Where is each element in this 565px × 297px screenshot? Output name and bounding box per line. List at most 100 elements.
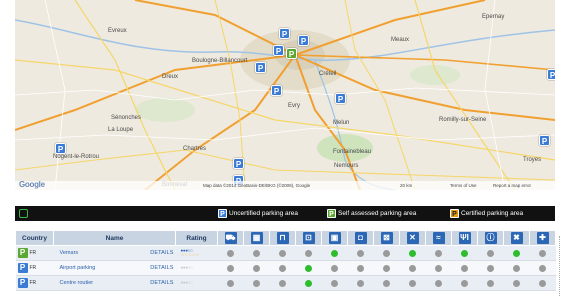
amenity-available-icon: [305, 264, 312, 272]
google-logo: Google: [19, 180, 45, 189]
amenity-cell: [269, 275, 296, 291]
map-place-label: Meaux: [391, 37, 410, 43]
amenity-cell: [347, 245, 374, 261]
parking-pin-icon[interactable]: P: [255, 62, 266, 73]
amenity-cell: [399, 260, 426, 276]
legend-toggle-icon[interactable]: [19, 209, 28, 218]
details-link[interactable]: DETAILS: [143, 245, 176, 261]
amenity-header[interactable]: ▣: [321, 230, 348, 246]
parking-pin-icon[interactable]: P: [335, 93, 346, 104]
parking-pin-icon[interactable]: P: [271, 85, 282, 96]
map-place-label: Sénonches: [111, 115, 142, 121]
country-header[interactable]: Country: [15, 230, 54, 246]
table-row[interactable]: P FR Vemars DETAILS ●●●○○ ☆☆☆☆☆: [15, 245, 556, 261]
map-report-link[interactable]: Report a map error: [493, 183, 531, 188]
details-link[interactable]: DETAILS: [143, 275, 176, 291]
country-code: FR: [29, 265, 37, 271]
table-body: P FR Vemars DETAILS ●●●○○ ☆☆☆☆☆ P FR Airport par…: [15, 245, 556, 291]
amenity-header[interactable]: ⓘ: [477, 230, 504, 246]
map-place-label: Dreux: [162, 74, 179, 80]
amenity-cell: [295, 260, 322, 276]
amenity-unavailable-icon: [513, 279, 520, 287]
table-header-row: Country Name Rating ⛟ ▦ ⊓ ⊡ ▣ ◘ ⊠ ✕ ≈ ΨΙ ⓘ ✖ ✚: [15, 230, 556, 246]
truck-icon: ⛟: [224, 232, 237, 244]
map-footer: Map data ©2014 GeoBasis-DE/BKG (©2009), …: [15, 181, 555, 190]
parking-name-link[interactable]: Airport parking: [53, 260, 144, 276]
table-row[interactable]: P FR Airport parking DETAILS ●●●○○: [15, 260, 556, 276]
amenity-header[interactable]: ΨΙ: [451, 230, 478, 246]
parking-type-icon: P: [17, 263, 28, 273]
legend-self-assessed-label: Self assessed parking area: [338, 210, 417, 217]
parking-pin-icon[interactable]: P: [547, 69, 555, 80]
amenity-header[interactable]: ⛟: [217, 230, 244, 246]
uncertified-parking-icon: P: [218, 209, 227, 218]
parking-pin-icon[interactable]: P: [233, 158, 244, 169]
scrollbar[interactable]: [559, 236, 562, 296]
amenity-cell: [425, 260, 452, 276]
country-code: FR: [29, 280, 37, 286]
rating-header[interactable]: Rating: [175, 230, 218, 246]
amenity-unavailable-icon: [383, 249, 390, 257]
amenity-cell: [451, 260, 478, 276]
rating-cell: ●●●○○: [175, 260, 218, 276]
country-cell: P FR: [15, 260, 54, 276]
amenity-header[interactable]: ✖: [503, 230, 530, 246]
amenity-unavailable-icon: [227, 249, 234, 257]
amenity-cell: [425, 275, 452, 291]
amenity-header[interactable]: ≈: [425, 230, 452, 246]
amenity-cell: [347, 275, 374, 291]
parking-table: Country Name Rating ⛟ ▦ ⊓ ⊡ ▣ ◘ ⊠ ✕ ≈ ΨΙ ⓘ ✖ ✚ P FR Ve…: [15, 230, 556, 291]
amenity-unavailable-icon: [409, 279, 416, 287]
amenity-unavailable-icon: [357, 264, 364, 272]
parking-pin-icon[interactable]: P: [539, 135, 550, 146]
amenity-unavailable-icon: [435, 279, 442, 287]
map-place-label: Boulogne-Billancourt: [192, 58, 248, 64]
parking-map[interactable]: Evreux Epernay Meaux Boulogne-Billancourt Dr…: [15, 0, 555, 190]
parking-pin-icon[interactable]: P: [286, 48, 297, 59]
amenity-header[interactable]: ✕: [399, 230, 426, 246]
amenity-header[interactable]: ▦: [243, 230, 270, 246]
map-place-label: Evreux: [108, 28, 127, 34]
shower-icon: ≈: [432, 232, 445, 244]
name-header[interactable]: Name: [53, 230, 176, 246]
parking-name-link[interactable]: Vemars: [53, 245, 144, 261]
amenity-unavailable-icon: [279, 264, 286, 272]
parking-pin-icon[interactable]: P: [273, 45, 284, 56]
details-link[interactable]: DETAILS: [143, 260, 176, 276]
amenity-cell: [399, 245, 426, 261]
map-scale: 20 km: [400, 183, 413, 188]
amenity-cell: [269, 260, 296, 276]
amenity-header[interactable]: ⊡: [295, 230, 322, 246]
map-terms-link[interactable]: Terms of Use: [450, 183, 477, 188]
amenity-header[interactable]: ✚: [529, 230, 556, 246]
amenity-cell: [373, 245, 400, 261]
rating-cell: ●●●○○ ☆☆☆☆☆: [175, 245, 218, 261]
map-place-label: Epernay: [482, 14, 505, 20]
map-place-label: Créteil: [319, 71, 337, 77]
amenity-unavailable-icon: [331, 264, 338, 272]
parking-pin-icon[interactable]: P: [279, 28, 290, 39]
amenity-unavailable-icon: [383, 264, 390, 272]
amenity-unavailable-icon: [279, 279, 286, 287]
document-icon: ▣: [328, 232, 341, 244]
legend-certified-label: Certified parking area: [461, 210, 524, 217]
amenity-unavailable-icon: [305, 249, 312, 257]
amenity-cell: [503, 275, 530, 291]
table-row[interactable]: P FR Centre routier DETAILS ●●●○○: [15, 275, 556, 291]
amenity-cell: [243, 260, 270, 276]
map-place-label: Troyes: [523, 157, 542, 163]
map-place-label: Evry: [288, 103, 300, 109]
fence-icon: ▦: [250, 232, 263, 244]
restaurant-icon: ΨΙ: [458, 232, 471, 244]
parking-pin-icon[interactable]: P: [55, 143, 66, 154]
amenity-unavailable-icon: [539, 249, 546, 257]
amenity-cell: [529, 245, 556, 261]
parking-name-link[interactable]: Centre routier: [53, 275, 144, 291]
amenity-header[interactable]: ◘: [347, 230, 374, 246]
amenity-header[interactable]: ⊠: [373, 230, 400, 246]
amenity-header[interactable]: ⊓: [269, 230, 296, 246]
legend-certified: P Certified parking area: [450, 209, 523, 218]
amenity-cell: [295, 275, 322, 291]
amenity-unavailable-icon: [539, 279, 546, 287]
parking-pin-icon[interactable]: P: [298, 35, 309, 46]
